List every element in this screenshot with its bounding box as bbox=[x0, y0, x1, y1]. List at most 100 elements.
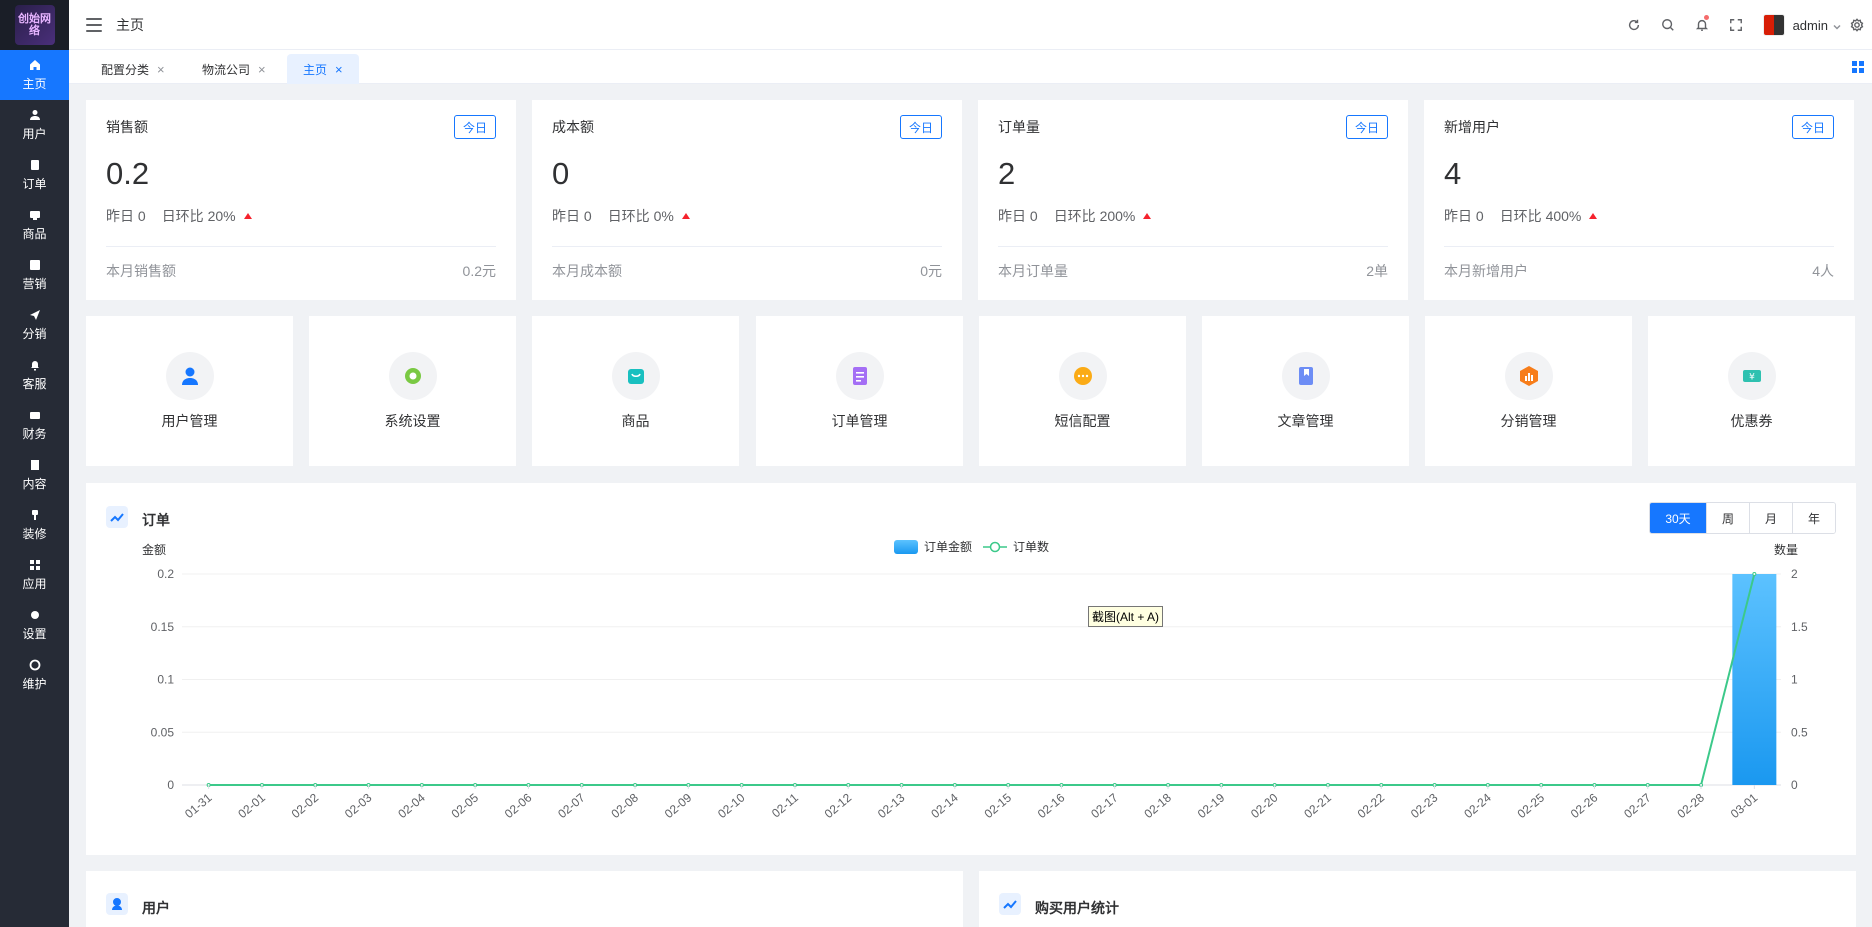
sidebar-item[interactable]: 设置 bbox=[0, 600, 69, 650]
user-icon bbox=[106, 893, 128, 915]
sidebar-item[interactable]: 内容 bbox=[0, 450, 69, 500]
quick-entry[interactable]: 系统设置 bbox=[309, 316, 516, 466]
stat-card: 销售额 今日 0.2 昨日 0 日环比 20% 本月销售额 0.2元 bbox=[86, 100, 516, 300]
quick-entry[interactable]: 订单管理 bbox=[756, 316, 963, 466]
refresh-icon[interactable] bbox=[1617, 0, 1651, 50]
x-tick-label: 02-27 bbox=[1621, 790, 1654, 821]
marketing-icon bbox=[29, 259, 41, 271]
tab-home[interactable]: 主页 × bbox=[287, 54, 359, 84]
order-doc-icon bbox=[835, 352, 884, 400]
quick-entry[interactable]: 分销管理 bbox=[1425, 316, 1632, 466]
sidebar-item[interactable]: 客服 bbox=[0, 350, 69, 400]
purchase-user-stats-panel: 购买用户统计 bbox=[979, 871, 1856, 927]
tab-logistics[interactable]: 物流公司 × bbox=[186, 54, 282, 84]
stat-value: 4 bbox=[1444, 156, 1462, 191]
quick-entry-label: 用户管理 bbox=[161, 413, 218, 429]
x-tick-label: 02-18 bbox=[1141, 790, 1174, 821]
sidebar-item-label: 商品 bbox=[22, 226, 47, 241]
quick-entry[interactable]: ¥ 优惠券 bbox=[1648, 316, 1855, 466]
y-tick-right: 1 bbox=[1791, 673, 1798, 687]
x-tick-label: 02-13 bbox=[875, 790, 908, 821]
sidebar-item-label: 主页 bbox=[22, 76, 47, 91]
user-manage-icon bbox=[165, 352, 214, 400]
close-icon[interactable]: × bbox=[258, 62, 266, 77]
line-point bbox=[1752, 572, 1757, 576]
sidebar-item[interactable]: 财务 bbox=[0, 400, 69, 450]
stat-compare: 昨日 0 日环比 0% bbox=[552, 206, 690, 226]
stat-value: 0 bbox=[552, 156, 570, 191]
coupon-icon: ¥ bbox=[1727, 352, 1776, 400]
sidebar-item-label: 设置 bbox=[22, 626, 47, 641]
sidebar-item[interactable]: 分销 bbox=[0, 300, 69, 350]
logo-image: 创始网络 bbox=[14, 5, 55, 45]
today-badge[interactable]: 今日 bbox=[1792, 115, 1834, 139]
book-icon bbox=[29, 459, 41, 471]
notification-bell-icon[interactable] bbox=[1685, 0, 1719, 50]
notification-dot bbox=[1703, 15, 1709, 20]
sidebar-item[interactable]: 主页 bbox=[0, 50, 69, 100]
sidebar-item[interactable]: 订单 bbox=[0, 150, 69, 200]
y-tick-right: 0 bbox=[1791, 778, 1798, 792]
fullscreen-icon[interactable] bbox=[1719, 0, 1753, 50]
y-tick-left: 0.15 bbox=[151, 620, 175, 634]
brush-icon bbox=[29, 509, 41, 521]
day-over-day-ratio: 日环比 200% bbox=[1053, 208, 1136, 224]
x-tick-label: 02-06 bbox=[502, 790, 535, 821]
y-axis-label-left: 金额 bbox=[142, 542, 166, 557]
gear-icon[interactable] bbox=[1842, 0, 1872, 50]
stat-title: 订单量 bbox=[998, 119, 1040, 135]
today-badge[interactable]: 今日 bbox=[900, 115, 942, 139]
stat-card: 新增用户 今日 4 昨日 0 日环比 400% 本月新增用户 4人 bbox=[1424, 100, 1854, 300]
x-tick-label: 02-28 bbox=[1674, 790, 1707, 821]
search-icon[interactable] bbox=[1651, 0, 1685, 50]
day-over-day-ratio: 日环比 20% bbox=[161, 208, 236, 224]
sidebar-item[interactable]: 营销 bbox=[0, 250, 69, 300]
grid-menu-icon[interactable] bbox=[1852, 61, 1864, 73]
y-axis-label-right: 数量 bbox=[1774, 542, 1798, 557]
today-badge[interactable]: 今日 bbox=[454, 115, 496, 139]
today-badge[interactable]: 今日 bbox=[1346, 115, 1388, 139]
sidebar-item[interactable]: 应用 bbox=[0, 550, 69, 600]
stat-title: 销售额 bbox=[106, 119, 148, 135]
trend-up-icon bbox=[243, 213, 252, 219]
month-value: 4人 bbox=[1812, 263, 1834, 279]
x-tick-label: 02-14 bbox=[928, 790, 961, 821]
chevron-down-icon[interactable] bbox=[1832, 20, 1842, 30]
x-tick-label: 02-22 bbox=[1355, 790, 1388, 821]
menu-toggle-icon[interactable] bbox=[86, 17, 102, 32]
tabs-bar: 配置分类 × 物流公司 × 主页 × bbox=[69, 50, 1872, 84]
home-icon bbox=[29, 59, 41, 71]
goods-icon bbox=[29, 209, 41, 221]
quick-entry[interactable]: 用户管理 bbox=[86, 316, 293, 466]
day-over-day-ratio: 日环比 400% bbox=[1499, 208, 1582, 224]
month-label: 本月销售额 bbox=[106, 263, 176, 279]
x-tick-label: 02-05 bbox=[449, 790, 482, 821]
sidebar-item-label: 订单 bbox=[22, 176, 47, 191]
stat-card: 订单量 今日 2 昨日 0 日环比 200% 本月订单量 2单 bbox=[978, 100, 1408, 300]
quick-entry[interactable]: 短信配置 bbox=[979, 316, 1186, 466]
sidebar-item[interactable]: 用户 bbox=[0, 100, 69, 150]
tab-config-category[interactable]: 配置分类 × bbox=[85, 54, 181, 84]
x-tick-label: 02-23 bbox=[1408, 790, 1441, 821]
close-icon[interactable]: × bbox=[157, 62, 165, 77]
y-tick-left: 0.1 bbox=[157, 673, 174, 687]
quick-entry-label: 优惠券 bbox=[1730, 413, 1773, 429]
divider bbox=[998, 246, 1388, 247]
tab-label: 主页 bbox=[303, 62, 328, 77]
quick-entry[interactable]: 文章管理 bbox=[1202, 316, 1409, 466]
avatar[interactable] bbox=[1762, 14, 1785, 36]
sidebar-item[interactable]: 装修 bbox=[0, 500, 69, 550]
sidebar-item-label: 维护 bbox=[22, 676, 47, 691]
username[interactable]: admin bbox=[1793, 18, 1828, 33]
legend-label: 订单金额 bbox=[924, 539, 972, 554]
article-icon bbox=[1281, 352, 1330, 400]
close-icon[interactable]: × bbox=[335, 62, 343, 77]
panel-title: 用户 bbox=[142, 900, 170, 916]
x-tick-label: 02-04 bbox=[395, 790, 428, 821]
sidebar-item[interactable]: 商品 bbox=[0, 200, 69, 250]
quick-entry[interactable]: 商品 bbox=[532, 316, 739, 466]
logo[interactable]: 创始网络 bbox=[0, 0, 69, 50]
sidebar-item[interactable]: 维护 bbox=[0, 650, 69, 700]
x-tick-label: 02-16 bbox=[1035, 790, 1068, 821]
apps-icon bbox=[29, 559, 41, 571]
